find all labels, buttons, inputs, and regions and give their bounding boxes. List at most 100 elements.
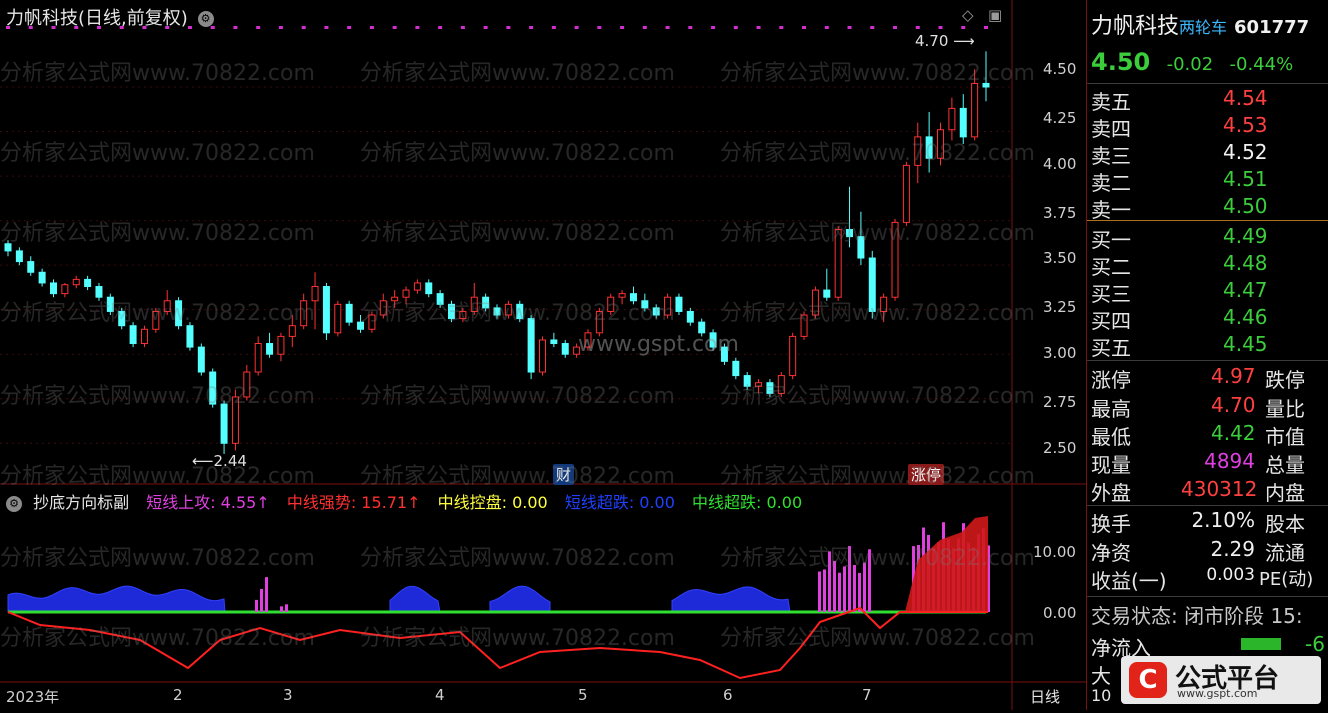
candle-body xyxy=(129,325,137,345)
sector-tag[interactable]: 两轮车 xyxy=(1179,18,1227,37)
candle-body xyxy=(288,325,296,337)
gear-icon[interactable]: ⚙ xyxy=(197,11,214,27)
candle-body xyxy=(175,300,183,327)
bid-label: 买五 xyxy=(1091,336,1131,360)
last-price: 4.50 xyxy=(1091,48,1151,76)
bid-row[interactable]: 买三 4.47 xyxy=(1091,278,1268,306)
candle-body xyxy=(140,328,148,345)
price-tick: 4.00 xyxy=(1043,155,1077,173)
legend-mid-oversold: 中线超跌: 0.00 xyxy=(692,493,803,512)
ask-row[interactable]: 卖五 4.54 xyxy=(1091,86,1268,114)
short-attack-bar xyxy=(843,566,846,612)
finance-badge[interactable]: 财 xyxy=(553,464,575,485)
short-attack-bar xyxy=(265,577,268,612)
short-oversold-area xyxy=(671,586,791,613)
short-attack-bar xyxy=(823,569,826,612)
period-button[interactable]: 日线 xyxy=(1030,686,1060,707)
big-order-row: 大 xyxy=(1091,660,1111,688)
time-tick: 2 xyxy=(173,686,183,704)
high-marker: 4.70 ⟶ xyxy=(915,32,975,50)
candle-body xyxy=(857,236,865,259)
stat2-label-2: PE(动) xyxy=(1259,569,1314,590)
candle-body xyxy=(948,107,956,131)
candle-body xyxy=(209,371,217,405)
bid-price: 4.48 xyxy=(1223,251,1268,275)
candle-body xyxy=(84,278,92,288)
signal-dot xyxy=(802,26,807,29)
short-attack-bar xyxy=(828,551,831,612)
signal-dot xyxy=(984,26,988,29)
low-marker-value: 2.44 xyxy=(213,452,247,470)
candle-body xyxy=(345,303,353,323)
signal-dot xyxy=(597,26,602,29)
limit-up-badge[interactable]: 涨停 xyxy=(908,464,945,485)
stat2-label: 净资 xyxy=(1091,541,1131,565)
window-toggle-icon[interactable]: ▣ xyxy=(988,6,1002,24)
kline-chart-area[interactable]: 力帆科技(日线,前复权) ⚙ ◇ ▣ 4.70 ⟶ ⟵2.44 财 涨停 分析家… xyxy=(0,0,1086,710)
time-tick: 4 xyxy=(435,686,445,704)
arrow-right-icon: ⟶ xyxy=(948,32,975,50)
net-inflow-bar xyxy=(1241,638,1281,650)
candle-body xyxy=(493,307,501,316)
short-attack-bar xyxy=(280,606,283,612)
quote-panel: 力帆科技两轮车 601777 4.50 -0.02 -0.44% 卖五 4.54 … xyxy=(1086,0,1328,710)
bid-row[interactable]: 买一 4.49 xyxy=(1091,224,1268,252)
indicator-tick: 0.00 xyxy=(1043,604,1077,622)
indicator-gear-icon[interactable]: ⚙ xyxy=(6,495,22,512)
price-change-pct: -0.44% xyxy=(1229,54,1294,75)
ask-row[interactable]: 卖一 4.50 xyxy=(1091,194,1268,222)
candle-body xyxy=(834,229,842,298)
price-tick: 2.50 xyxy=(1043,439,1077,457)
candle-body xyxy=(652,307,660,316)
short-oversold-area xyxy=(389,585,441,613)
stock-header: 力帆科技两轮车 601777 xyxy=(1091,8,1309,39)
ask-label: 卖二 xyxy=(1091,171,1131,195)
diamond-icon[interactable]: ◇ xyxy=(962,6,974,24)
signal-dot xyxy=(574,26,579,29)
time-tick: 2023年 xyxy=(6,688,60,706)
stat2-value: 2.29 xyxy=(1210,537,1255,561)
signal-dot xyxy=(870,26,875,29)
signal-dot xyxy=(620,26,625,29)
stat2-label: 换手 xyxy=(1091,512,1131,536)
time-tick: 5 xyxy=(578,686,588,704)
candle-body xyxy=(357,321,365,330)
chart-canvas[interactable] xyxy=(0,0,1086,710)
signal-dot xyxy=(824,26,829,29)
stat-value: 430312 xyxy=(1181,477,1258,501)
indicator-legend: ⚙ 抄底方向标副 短线上攻: 4.55↑ 中线强势: 15.71↑ 中线控盘: … xyxy=(6,489,814,513)
ask-row[interactable]: 卖二 4.51 xyxy=(1091,167,1268,195)
short-attack-bar xyxy=(255,599,258,612)
candle-body xyxy=(448,303,456,320)
bid-row[interactable]: 买五 4.45 xyxy=(1091,332,1268,360)
stock-name: 力帆科技 xyxy=(1091,14,1180,39)
stat-label-2: 总量 xyxy=(1265,453,1305,477)
stat-row: 涨停 4.97 跌停 xyxy=(1091,364,1305,392)
ask-label: 卖三 xyxy=(1091,144,1131,168)
candle-body xyxy=(902,164,910,223)
candle-body xyxy=(516,303,524,320)
ask-row[interactable]: 卖三 4.52 xyxy=(1091,140,1268,168)
candle-body xyxy=(27,261,35,273)
candle-body xyxy=(629,293,637,302)
short-attack-bar xyxy=(868,549,871,612)
candle-body xyxy=(300,300,308,327)
ask-row[interactable]: 卖四 4.53 xyxy=(1091,113,1268,141)
price-tick: 3.75 xyxy=(1043,204,1077,222)
price-tick: 4.25 xyxy=(1043,109,1077,127)
stat-row: 现量 4894 总量 xyxy=(1091,449,1305,477)
bid-row[interactable]: 买四 4.46 xyxy=(1091,305,1268,333)
net-inflow-row: 净流入 -6 xyxy=(1091,632,1325,660)
candle-body xyxy=(379,300,387,316)
signal-dot xyxy=(438,26,443,29)
indicator-name[interactable]: 抄底方向标副 xyxy=(33,493,129,512)
stat-row: 最高 4.70 量比 xyxy=(1091,393,1305,421)
signal-dot xyxy=(551,26,556,29)
ask-label: 卖五 xyxy=(1091,90,1131,114)
bid-label: 买二 xyxy=(1091,255,1131,279)
short-oversold-area xyxy=(489,585,551,613)
bid-row[interactable]: 买二 4.48 xyxy=(1091,251,1268,279)
candle-body xyxy=(4,243,12,252)
candle-body xyxy=(243,371,251,398)
candle-body xyxy=(527,318,535,373)
